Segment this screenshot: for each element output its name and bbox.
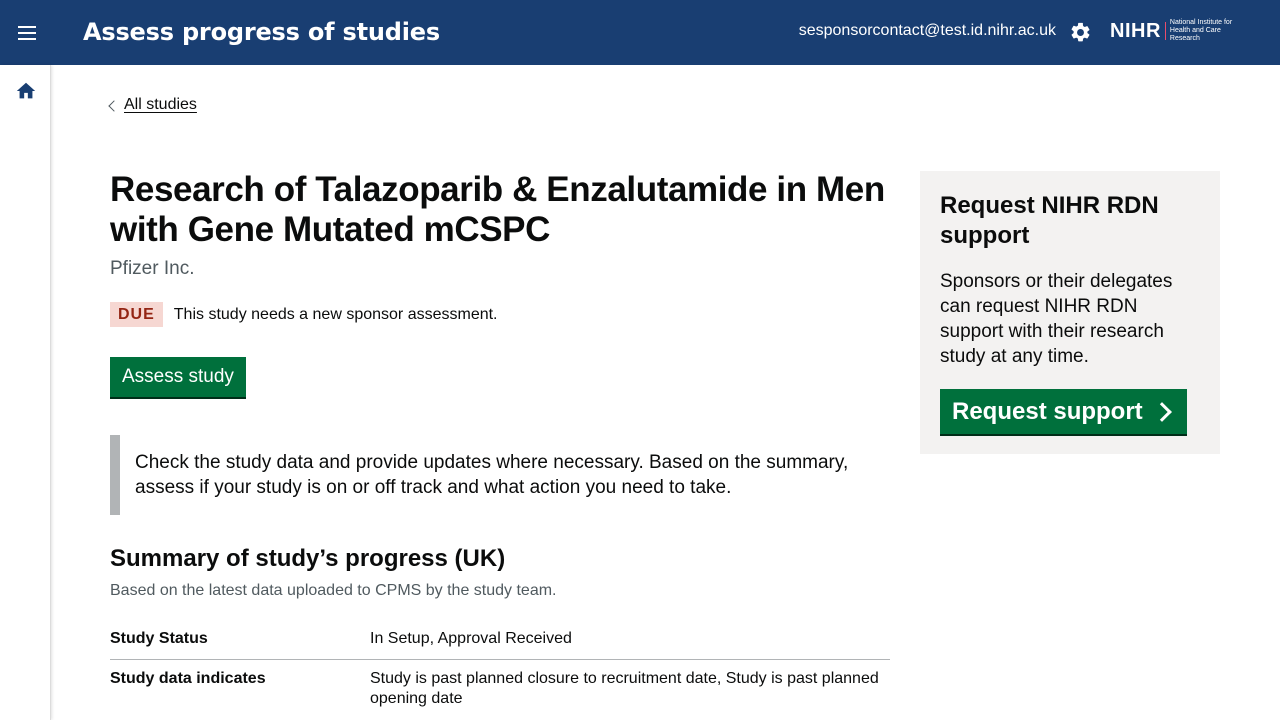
summary-row: Study data indicates Study is past plann… [110,660,890,719]
back-link-label[interactable]: All studies [124,96,197,114]
chevron-right-icon [1151,401,1172,422]
menu-icon [17,25,36,40]
nihr-logo: NIHR National Institute for Health and C… [1110,19,1248,43]
status-row: DUE This study needs a new sponsor asses… [110,302,498,327]
summary-value: Study is past planned closure to recruit… [370,670,879,707]
app-title: Assess progress of studies [83,18,440,46]
home-icon[interactable] [15,80,37,102]
summary-key: Study data indicates [110,670,266,687]
back-link[interactable]: All studies [108,96,197,114]
status-badge: DUE [110,302,163,327]
request-support-label: Request support [952,397,1143,425]
logo-short: NIHR [1110,19,1161,42]
user-email: sesponsorcontact@test.id.nihr.ac.uk [798,22,1056,39]
chevron-left-icon [108,99,120,112]
sponsor-name: Pfizer Inc. [110,258,195,279]
logo-divider [1164,22,1166,40]
support-panel: Request NIHR RDN support Sponsors or the… [920,171,1220,454]
gear-icon[interactable] [1069,21,1092,44]
main-content: All studies Research of Talazoparib & En… [52,65,1280,720]
request-support-button[interactable]: Request support [940,389,1187,434]
summary-heading: Summary of study’s progress (UK) [110,545,506,572]
logo-full: National Institute for Health and Care R… [1169,19,1233,42]
support-body: Sponsors or their delegates can request … [940,271,1173,367]
summary-value: In Setup, Approval Received [370,630,572,647]
summary-key: Study Status [110,630,208,647]
top-bar: Assess progress of studies sesponsorcont… [0,0,1280,65]
menu-button[interactable] [0,0,53,65]
inset-text: Check the study data and provide updates… [110,435,890,515]
summary-row: Study Status In Setup, Approval Received [110,625,890,660]
study-title: Research of Talazoparib & Enzalutamide i… [110,170,885,249]
status-message: This study needs a new sponsor assessmen… [173,305,498,323]
summary-list: Study Status In Setup, Approval Received… [110,625,890,719]
summary-subheading: Based on the latest data uploaded to CPM… [110,582,557,599]
assess-study-button[interactable]: Assess study [110,357,246,397]
support-heading: Request NIHR RDN support [940,192,1159,249]
sidebar [0,65,51,720]
